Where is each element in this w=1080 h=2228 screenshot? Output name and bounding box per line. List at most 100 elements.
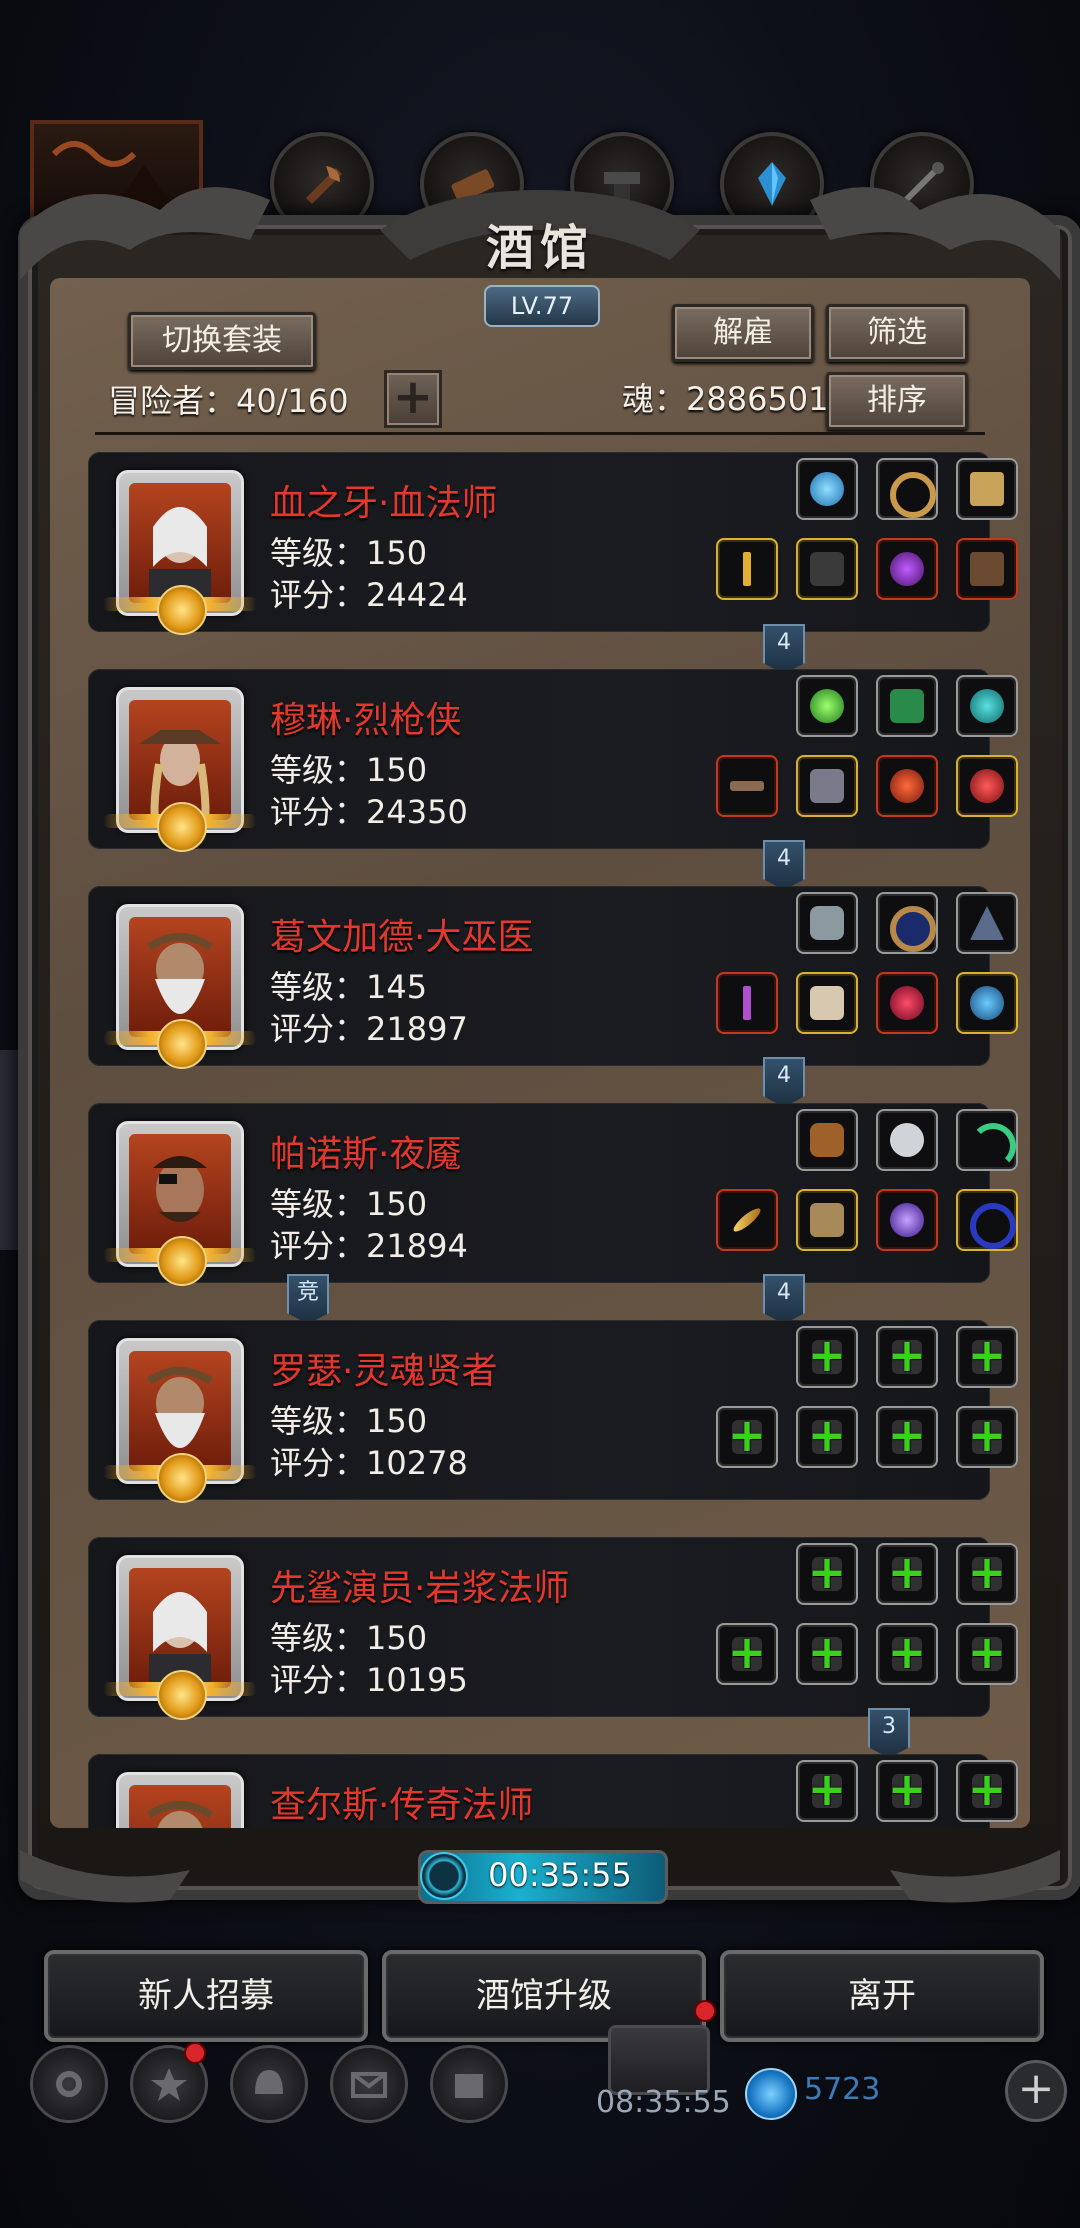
staff-item-icon[interactable] <box>716 538 778 600</box>
rock-item-icon[interactable] <box>796 892 858 954</box>
clock-icon <box>420 1852 468 1900</box>
hero-name: 葛文加德·大巫医 <box>270 917 534 958</box>
hero-score: 评分：10278 <box>270 1444 468 1482</box>
empty-slot-add-icon[interactable]: + <box>796 1406 858 1468</box>
hero-name: 罗瑟·灵魂贤者 <box>270 1351 498 1392</box>
hero-tag: 4 <box>763 840 805 890</box>
pebble-item-icon[interactable] <box>876 1109 938 1171</box>
hero-name: 穆琳·烈枪侠 <box>270 700 462 741</box>
band-item-icon[interactable] <box>956 1189 1018 1251</box>
stone-item-icon[interactable] <box>956 675 1018 737</box>
rank-emblem-icon <box>157 1019 207 1069</box>
rank-emblem-icon <box>157 1453 207 1503</box>
hero-portrait <box>103 904 257 1069</box>
hero-card[interactable]: 罗瑟·灵魂贤者 等级：150 评分：10278 + + + + + + + <box>88 1320 1018 1503</box>
arena-tag: 竞 <box>287 1274 329 1324</box>
potion-item-icon[interactable] <box>876 675 938 737</box>
empty-slot-add-icon[interactable]: + <box>876 1406 938 1468</box>
wand-item-icon[interactable] <box>716 972 778 1034</box>
crest-item-icon[interactable] <box>876 755 938 817</box>
hero-name: 查尔斯·传奇法师 <box>270 1785 534 1826</box>
rank-emblem-icon <box>157 585 207 635</box>
hero-level: 等级：150 <box>270 1185 428 1223</box>
emerald-item-icon[interactable] <box>796 675 858 737</box>
tome-item-icon[interactable] <box>956 538 1018 600</box>
hero-tag: 4 <box>763 1057 805 1107</box>
empty-slot-add-icon[interactable]: + <box>956 1623 1018 1685</box>
hero-list[interactable]: 血之牙·血法师 等级：150 评分：24424 4 穆琳·烈枪侠 等级：150 … <box>50 440 1030 1828</box>
empty-slot-add-icon[interactable]: + <box>956 1543 1018 1605</box>
empty-slot-add-icon[interactable]: + <box>716 1623 778 1685</box>
flask-item-icon[interactable] <box>876 972 938 1034</box>
necklace-item-icon[interactable] <box>876 538 938 600</box>
helmet-icon[interactable] <box>230 2045 308 2123</box>
rune-triangle-item-icon[interactable] <box>956 892 1018 954</box>
hero-score: 评分：24424 <box>270 576 468 614</box>
divider <box>95 432 985 435</box>
hero-level: 等级：150 <box>270 751 428 789</box>
hero-portrait <box>103 1121 257 1286</box>
hero-card[interactable]: 查尔斯·传奇法师 + + + <box>88 1754 1018 1828</box>
empty-slot-add-icon[interactable]: + <box>876 1326 938 1388</box>
empty-slot-add-icon[interactable]: + <box>796 1326 858 1388</box>
soul-count: 魂：2886501 <box>622 380 829 418</box>
hero-card[interactable]: 葛文加德·大巫医 等级：145 评分：21897 <box>88 886 1018 1069</box>
sort-button[interactable]: 排序 <box>826 372 968 430</box>
refresh-timer: 00:35:55 <box>488 1856 632 1894</box>
orb-item-icon[interactable] <box>796 458 858 520</box>
gem-count: 5723 <box>804 2072 881 2107</box>
hero-portrait <box>103 1338 257 1503</box>
hero-name: 先鲨演员·岩浆法师 <box>270 1568 570 1609</box>
add-capacity-button[interactable]: + <box>384 370 442 428</box>
empty-slot-add-icon[interactable]: + <box>956 1760 1018 1822</box>
hero-portrait <box>103 1555 257 1720</box>
add-gems-button[interactable]: + <box>1005 2060 1067 2122</box>
hero-score: 评分：24350 <box>270 793 468 831</box>
hero-card[interactable]: 穆琳·烈枪侠 等级：150 评分：24350 <box>88 669 1018 852</box>
hero-portrait <box>103 687 257 852</box>
hero-tag: 4 <box>763 624 805 674</box>
empty-slot-add-icon[interactable]: + <box>956 1326 1018 1388</box>
empty-slot-add-icon[interactable]: + <box>876 1760 938 1822</box>
empty-slot-add-icon[interactable]: + <box>876 1623 938 1685</box>
tavern-level-badge: LV.77 <box>484 285 600 327</box>
gear-icon[interactable] <box>30 2045 108 2123</box>
hero-card[interactable]: 血之牙·血法师 等级：150 评分：24424 <box>88 452 1018 635</box>
adventurer-count: 冒险者：40/160 <box>108 382 349 420</box>
hero-level: 等级：150 <box>270 1402 428 1440</box>
filter-button[interactable]: 筛选 <box>826 304 968 362</box>
hero-card[interactable]: 先鲨演员·岩浆法师 等级：150 评分：10195 + + + + + + + <box>88 1537 1018 1720</box>
box-icon[interactable] <box>430 2045 508 2123</box>
ring-item-icon[interactable] <box>876 458 938 520</box>
empty-slot-add-icon[interactable]: + <box>956 1406 1018 1468</box>
mail-icon[interactable] <box>330 2045 408 2123</box>
hero-portrait <box>116 1772 244 1828</box>
void-orb-item-icon[interactable] <box>876 1189 938 1251</box>
notification-dot <box>694 2000 716 2022</box>
empty-slot-add-icon[interactable]: + <box>716 1406 778 1468</box>
robe-item-icon[interactable] <box>796 972 858 1034</box>
empty-slot-add-icon[interactable]: + <box>876 1543 938 1605</box>
leave-button[interactable]: 离开 <box>720 1950 1044 2042</box>
pendant-item-icon[interactable] <box>956 755 1018 817</box>
armor-item-icon[interactable] <box>796 538 858 600</box>
armor-item-icon[interactable] <box>796 755 858 817</box>
switch-outfit-button[interactable]: 切换套装 <box>128 312 316 370</box>
recruit-button[interactable]: 新人招募 <box>44 1950 368 2042</box>
hero-level: 等级：145 <box>270 968 428 1006</box>
rune-ring-item-icon[interactable] <box>876 892 938 954</box>
sword-item-icon[interactable] <box>716 1189 778 1251</box>
chest-armor-item-icon[interactable] <box>796 1189 858 1251</box>
amulet-item-icon[interactable] <box>956 458 1018 520</box>
scythe-item-icon[interactable] <box>956 1109 1018 1171</box>
empty-slot-add-icon[interactable]: + <box>796 1760 858 1822</box>
empty-slot-add-icon[interactable]: + <box>796 1543 858 1605</box>
empty-slot-add-icon[interactable]: + <box>796 1623 858 1685</box>
ore-item-icon[interactable] <box>796 1109 858 1171</box>
hero-score: 评分：21894 <box>270 1227 468 1265</box>
dismiss-button[interactable]: 解雇 <box>672 304 814 362</box>
gun-item-icon[interactable] <box>716 755 778 817</box>
rank-emblem-icon <box>157 1236 207 1286</box>
charm-item-icon[interactable] <box>956 972 1018 1034</box>
hero-card[interactable]: 帕诺斯·夜魇 等级：150 评分：21894 <box>88 1103 1018 1286</box>
